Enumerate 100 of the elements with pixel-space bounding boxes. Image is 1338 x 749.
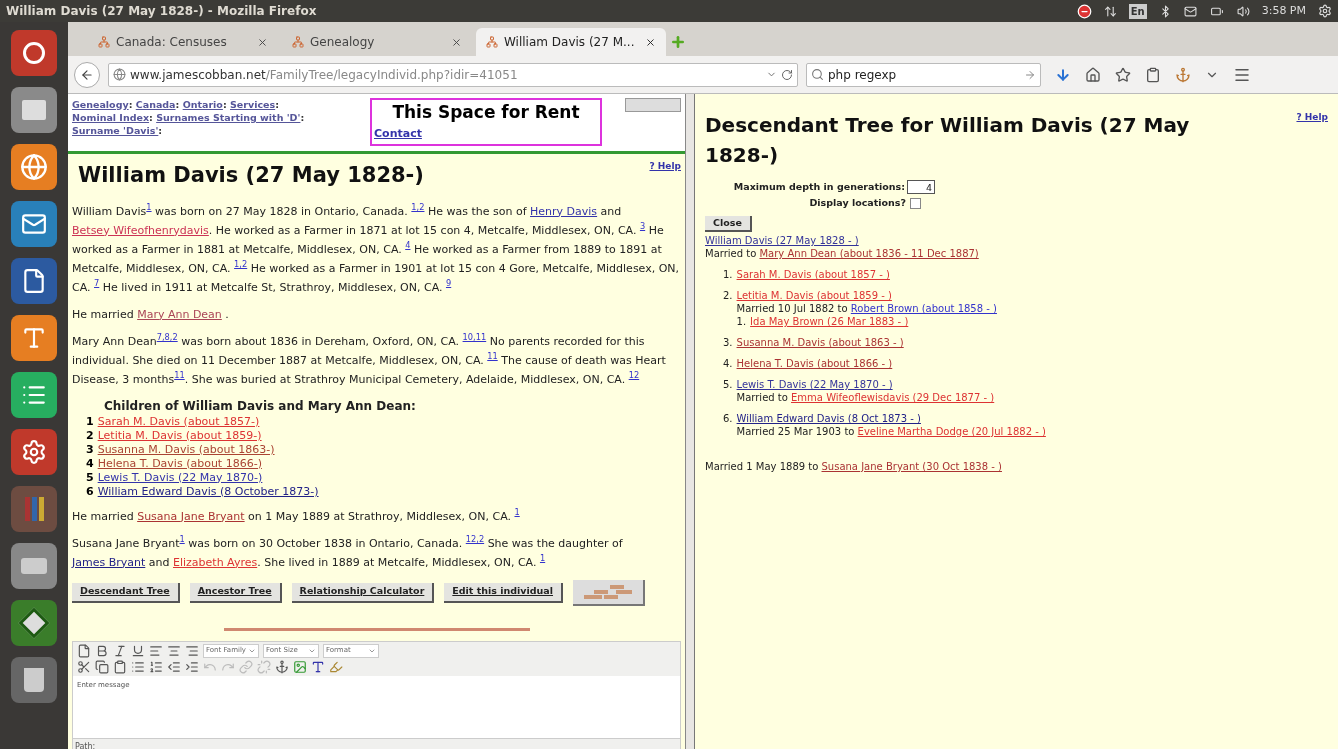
citation-link[interactable]: 7,8,2 [156,332,178,343]
app-launcher-icon[interactable] [11,543,57,589]
person-link[interactable]: William Davis (27 May 1828 - ) [705,235,859,246]
close-tab-icon[interactable] [645,36,656,48]
breadcrumb-link[interactable]: Ontario [182,99,223,110]
child-link[interactable]: Letitia M. Davis (about 1859-) [97,428,262,443]
volume-icon[interactable] [1236,4,1250,18]
citation-link[interactable]: 1,2 [411,202,425,213]
indent-icon[interactable] [185,659,199,674]
citation-link[interactable]: 10,11 [462,332,487,343]
search-field[interactable]: php regexp [806,62,1041,87]
citation-link[interactable]: 4 [405,240,411,251]
locations-checkbox[interactable] [910,197,921,209]
spouse-link[interactable]: Mary Ann Dean (about 1836 - 11 Dec 1887) [759,248,979,259]
citation-link[interactable]: 9 [445,278,452,289]
numbered-list-icon[interactable] [149,659,163,674]
spouse-link[interactable]: Eveline Martha Dodge (20 Jul 1882 - ) [857,426,1046,437]
mail-icon[interactable] [1183,4,1197,18]
app-launcher-icon[interactable] [11,87,57,133]
stop-icon[interactable] [1076,3,1092,19]
anchor-icon[interactable] [275,659,289,674]
person-link[interactable]: Betsey Wifeofhenrydavis [72,223,209,237]
home-icon[interactable] [1085,66,1101,83]
network-icon[interactable] [1103,4,1117,18]
breadcrumb-link[interactable]: Genealogy [72,99,129,110]
person-link[interactable]: Ida May Brown (26 Mar 1883 - ) [750,316,909,327]
person-link[interactable]: William Edward Davis (8 Oct 1873 - ) [736,413,921,424]
app-launcher-icon[interactable] [11,315,57,361]
citation-link[interactable]: 3 [639,221,646,232]
app-launcher-icon[interactable] [11,144,57,190]
contact-link[interactable]: Contact [374,125,598,142]
spouse-link[interactable]: Emma Wifeoflewisdavis (29 Dec 1877 - ) [791,392,995,403]
app-launcher-icon[interactable] [11,372,57,418]
bookmark-star-icon[interactable] [1115,66,1131,83]
action-button[interactable]: Ancestor Tree [189,582,282,603]
help-link[interactable]: ? Help [1296,110,1328,124]
clipboard-icon[interactable] [1145,66,1161,83]
close-tab-icon[interactable] [257,36,268,48]
child-link[interactable]: William Edward Davis (8 October 1873-) [97,484,319,499]
align-center-icon[interactable] [167,643,181,658]
person-link[interactable]: Letitia M. Davis (about 1859 - ) [736,290,892,301]
app-launcher-icon[interactable] [11,429,57,475]
italic-icon[interactable] [113,643,127,658]
app-launcher-icon[interactable] [11,600,57,646]
person-link[interactable]: Susanna M. Davis (about 1863 - ) [736,337,904,348]
align-right-icon[interactable] [185,643,199,658]
citation-link[interactable]: 1 [179,534,185,545]
app-launcher-icon[interactable] [11,201,57,247]
breadcrumb-link[interactable]: Surnames Starting with 'D' [156,112,301,123]
spouse-link[interactable]: Robert Brown (about 1858 - ) [850,303,997,314]
browser-tab[interactable]: Genealogy [282,28,472,56]
citation-link[interactable]: 1 [514,507,520,518]
keyboard-layout[interactable]: En [1128,3,1147,19]
copy-icon[interactable] [95,659,109,674]
citation-link[interactable]: 7 [94,278,100,289]
settings-icon[interactable] [1318,4,1332,18]
reload-icon[interactable] [781,68,793,81]
citation-link[interactable]: 1,2 [234,259,248,270]
action-button[interactable]: Edit this individual [444,582,563,603]
citation-link[interactable]: 12 [628,370,640,381]
outdent-icon[interactable] [167,659,181,674]
person-link[interactable]: Susana Jane Bryant [137,509,245,523]
app-launcher-icon[interactable] [11,258,57,304]
browser-tab[interactable]: William Davis (27 M... [476,28,666,56]
citation-link[interactable]: 11 [487,351,498,362]
download-icon[interactable] [1055,66,1071,83]
person-link[interactable]: Lewis T. Davis (22 May 1870 - ) [736,379,893,390]
new-document-icon[interactable] [77,643,91,658]
clock[interactable]: 3:58 PM [1261,2,1306,20]
vertical-scrollbar[interactable] [686,94,694,749]
app-launcher-icon[interactable] [11,30,57,76]
action-button[interactable]: Relationship Calculator [291,582,435,603]
citation-link[interactable]: 1 [539,553,546,564]
action-button[interactable]: Descendant Tree [72,582,180,603]
person-link[interactable]: Henry Davis [530,204,598,218]
app-launcher-icon[interactable] [11,657,57,703]
person-link[interactable]: Mary Ann Dean [137,307,222,321]
person-link[interactable]: Sarah M. Davis (about 1857 - ) [736,269,890,280]
address-field[interactable]: www.jamescobban.net/FamilyTree/legacyIndivid.php?idir=41051 [108,62,798,87]
tree-image-button[interactable] [573,579,645,606]
help-link[interactable]: ? Help [649,160,681,174]
text-color-icon[interactable] [311,659,325,674]
bullet-list-icon[interactable] [131,659,145,674]
cut-icon[interactable] [77,659,91,674]
spouse-link[interactable]: Susana Jane Bryant (30 Oct 1838 - ) [821,461,1002,472]
depth-field[interactable]: 4 [907,180,935,194]
browser-tab[interactable]: Canada: Censuses [88,28,278,56]
child-link[interactable]: Sarah M. Davis (about 1857-) [97,414,260,429]
align-left-icon[interactable] [149,643,163,658]
citation-link[interactable]: 1 [146,202,152,213]
person-link[interactable]: James Bryant [72,555,146,569]
child-link[interactable]: Susanna M. Davis (about 1863-) [97,442,275,457]
citation-link[interactable]: 12,2 [465,534,485,545]
citation-link[interactable]: 11 [174,370,185,381]
app-launcher-icon[interactable] [11,486,57,532]
underline-icon[interactable] [131,643,145,658]
close-tab-icon[interactable] [451,36,462,48]
close-button[interactable]: Close [705,216,752,232]
bold-icon[interactable] [95,643,109,658]
child-link[interactable]: Lewis T. Davis (22 May 1870-) [97,470,263,485]
